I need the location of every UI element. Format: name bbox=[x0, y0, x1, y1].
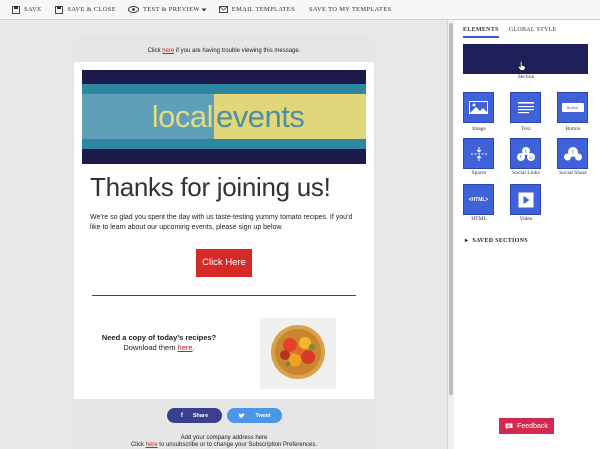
facebook-share-button[interactable]: f Share bbox=[167, 408, 222, 423]
tab-elements[interactable]: ELEMENTS bbox=[463, 27, 499, 38]
logo-word-local: local bbox=[151, 99, 214, 134]
caret-down-icon bbox=[201, 8, 207, 11]
spacer-icon bbox=[470, 146, 487, 161]
button-element-tile[interactable]: Button bbox=[557, 92, 588, 123]
text-lines-icon bbox=[517, 101, 534, 113]
unsub-suffix: to unsubscribe or to change your Subscri… bbox=[159, 442, 318, 448]
email-templates-button[interactable]: EMAIL TEMPLATES bbox=[218, 0, 295, 20]
social-share-label: Social Share bbox=[559, 170, 587, 176]
twitter-bird-icon bbox=[238, 412, 246, 418]
text-label: Text bbox=[521, 126, 531, 132]
image-icon bbox=[469, 101, 488, 114]
banner-band bbox=[82, 139, 366, 149]
facebook-icon: f bbox=[180, 412, 183, 419]
banner-band bbox=[82, 84, 366, 94]
play-icon bbox=[518, 192, 533, 207]
email-templates-label: EMAIL TEMPLATES bbox=[231, 6, 295, 13]
envelope-icon bbox=[218, 6, 228, 13]
feedback-button[interactable]: Feedback bbox=[499, 418, 554, 434]
image-element-tile[interactable] bbox=[463, 92, 494, 123]
social-share-icon: f bbox=[563, 146, 582, 160]
logo-word-events: events bbox=[216, 99, 305, 134]
feedback-label: Feedback bbox=[517, 422, 548, 430]
trouble-prefix: Click bbox=[147, 48, 161, 54]
image-label: Image bbox=[472, 126, 486, 132]
canvas-scrollbar[interactable] bbox=[447, 20, 454, 449]
floppy-disk-icon bbox=[12, 5, 20, 14]
chat-bubble-icon bbox=[505, 423, 513, 430]
unsub-prefix: Click bbox=[130, 442, 144, 448]
video-label: Video bbox=[519, 216, 533, 222]
social-links-label: Social Links bbox=[512, 170, 540, 176]
spacer-element-tile[interactable] bbox=[463, 138, 494, 169]
period: . bbox=[192, 343, 195, 352]
email-body-text[interactable]: We’re so glad you spent the day with us … bbox=[90, 213, 358, 233]
email-preview: Click here if you are having trouble vie… bbox=[74, 36, 374, 449]
company-address: Add your company address here bbox=[180, 435, 268, 441]
unsubscribe-line: Click here to unsubscribe or to change y… bbox=[74, 442, 374, 448]
email-content[interactable]: local events Thanks for joining us! We’r… bbox=[74, 62, 374, 399]
button-label: Button bbox=[565, 126, 581, 132]
test-preview-label: TEST & PREVIEW bbox=[142, 6, 200, 13]
twitter-tweet-button[interactable]: Tweet bbox=[227, 408, 282, 423]
saved-sections-label: SAVED SECTIONS bbox=[472, 238, 528, 244]
section-element-tile[interactable] bbox=[463, 44, 588, 74]
recipes-download-line: Download them here. bbox=[84, 343, 234, 352]
social-share-element-tile[interactable]: f bbox=[557, 138, 588, 169]
toolbar: SAVE SAVE & CLOSE TEST & PREVIEW EMAIL T… bbox=[0, 0, 600, 20]
trouble-suffix: if you are having trouble viewing this m… bbox=[175, 48, 301, 54]
tomato-tart-illustration bbox=[260, 318, 336, 389]
panel-tabs: ELEMENTS GLOBAL STYLE bbox=[463, 27, 557, 38]
email-heading[interactable]: Thanks for joining us! bbox=[90, 172, 331, 203]
social-links-icon: tf in bbox=[516, 146, 535, 161]
scroll-thumb[interactable] bbox=[449, 23, 453, 395]
download-prefix: Download them bbox=[123, 343, 176, 352]
editor-canvas: Click here if you are having trouble vie… bbox=[0, 20, 447, 449]
test-preview-dropdown[interactable]: TEST & PREVIEW bbox=[128, 0, 207, 20]
share-label: Share bbox=[192, 412, 209, 419]
header-banner[interactable]: local events bbox=[82, 70, 366, 164]
text-element-tile[interactable] bbox=[510, 92, 541, 123]
eye-icon bbox=[128, 6, 139, 13]
elements-panel: ELEMENTS GLOBAL STYLE Section Image Text… bbox=[454, 20, 600, 449]
tweet-label: Tweet bbox=[255, 412, 271, 419]
save-button[interactable]: SAVE bbox=[12, 0, 41, 20]
video-element-tile[interactable] bbox=[510, 184, 541, 215]
section-label: Section bbox=[517, 74, 535, 80]
html-element-tile[interactable]: <HTML> bbox=[463, 184, 494, 215]
save-to-templates-label: SAVE TO MY TEMPLATES bbox=[308, 6, 392, 13]
spacer-label: Spacer bbox=[471, 170, 487, 176]
svg-text:in: in bbox=[529, 155, 532, 160]
tab-global-style[interactable]: GLOBAL STYLE bbox=[509, 27, 557, 38]
divider bbox=[92, 295, 356, 296]
click-here-button[interactable]: Click Here bbox=[196, 249, 252, 277]
html-label: HTML bbox=[471, 216, 487, 222]
tomato-tart-image[interactable] bbox=[260, 318, 336, 389]
save-close-label: SAVE & CLOSE bbox=[67, 6, 116, 13]
download-recipes-link[interactable]: here bbox=[178, 343, 193, 352]
hand-pointer-icon bbox=[518, 61, 526, 71]
unsubscribe-link[interactable]: here bbox=[146, 442, 158, 448]
floppy-disk-icon bbox=[55, 5, 64, 14]
view-trouble-line: Click here if you are having trouble vie… bbox=[74, 48, 374, 54]
saved-sections-toggle[interactable]: ▸ SAVED SECTIONS bbox=[465, 237, 528, 244]
button-icon: Button bbox=[561, 103, 584, 112]
view-online-link[interactable]: here bbox=[162, 48, 174, 54]
save-label: SAVE bbox=[24, 6, 42, 13]
save-close-button[interactable]: SAVE & CLOSE bbox=[55, 0, 116, 20]
save-to-my-templates-button[interactable]: SAVE TO MY TEMPLATES bbox=[309, 0, 391, 20]
recipes-question: Need a copy of today’s recipes? bbox=[101, 333, 217, 342]
social-links-element-tile[interactable]: t f in bbox=[510, 138, 541, 169]
caret-right-icon: ▸ bbox=[465, 238, 469, 244]
html-icon: <HTML> bbox=[468, 196, 489, 203]
